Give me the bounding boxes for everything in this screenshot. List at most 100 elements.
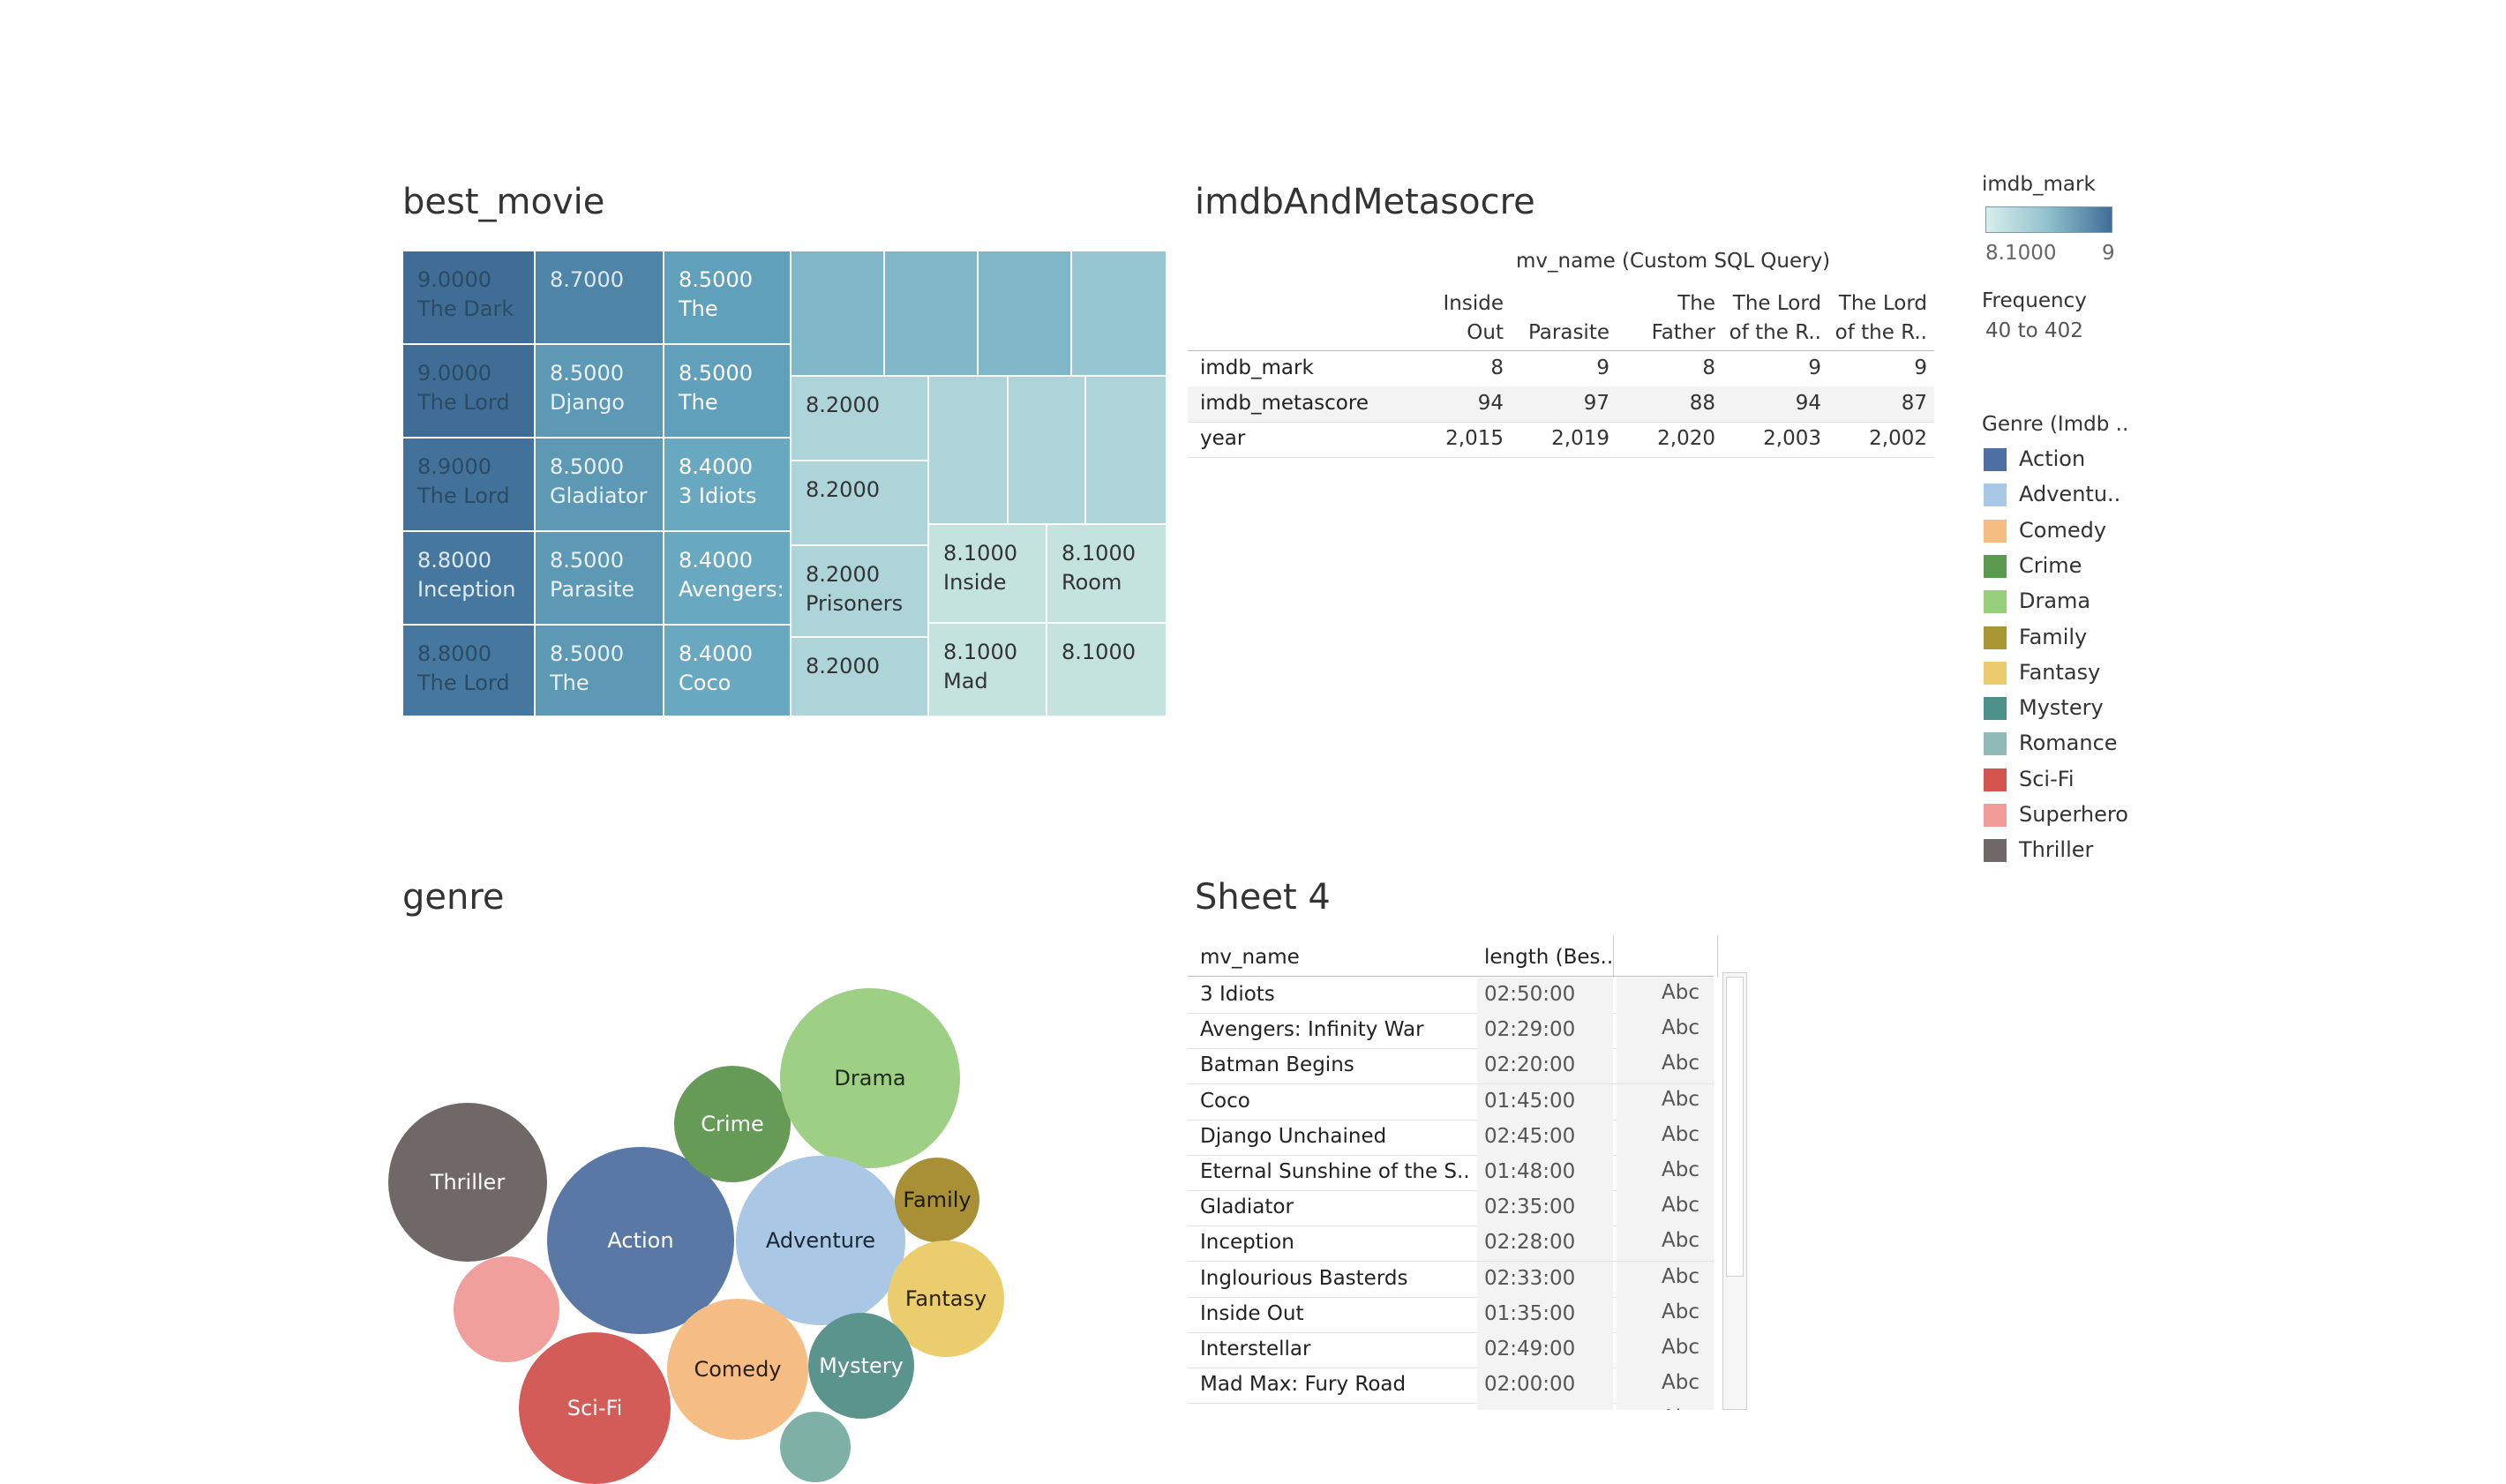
crosstab-cell[interactable]: 9 (1539, 356, 1609, 379)
genre-bubble[interactable]: Sci-Fi (519, 1332, 671, 1484)
crosstab-row[interactable]: imdb_metascore 94 97 88 94 87 (1188, 386, 1934, 423)
col-header-mv-name[interactable]: mv_name (1200, 946, 1300, 969)
treemap-cell[interactable] (884, 251, 978, 376)
treemap-cell[interactable] (1008, 376, 1085, 524)
table-row[interactable]: Coco 01:45:00 Abc (1188, 1083, 1714, 1120)
crosstab-cell[interactable]: 88 (1645, 392, 1715, 415)
treemap-cell[interactable]: 8.1000 Room (1047, 524, 1167, 623)
genre-bubble[interactable]: Adventure (736, 1156, 905, 1325)
sheet4-table[interactable]: mv_name length (Bes.. 3 Idiots 02:50:00 Ab… (1188, 935, 1752, 1410)
table-row[interactable]: Avengers: Infinity War 02:29:00 Abc (1188, 1013, 1714, 1050)
treemap-cell[interactable]: 8.4000 Coco (664, 625, 791, 716)
treemap-cell-value: 8.2000 (806, 654, 880, 678)
crosstab-column-label[interactable]: The Father (1609, 289, 1715, 348)
crosstab-cell[interactable]: 8 (1645, 356, 1715, 379)
crosstab-cell[interactable]: 94 (1751, 392, 1821, 415)
treemap-cell[interactable]: 8.2000 (791, 376, 928, 461)
imdb-metascore-crosstab[interactable]: mv_name (Custom SQL Query) Inside Out Par… (1188, 244, 1934, 464)
crosstab-cell[interactable]: 2,020 (1645, 427, 1715, 450)
genre-bubble[interactable]: Comedy (667, 1299, 808, 1440)
abc-placeholder: Abc (1662, 1194, 1699, 1218)
table-row[interactable]: Eternal Sunshine of the S.. 01:48:00 Abc (1188, 1155, 1714, 1191)
genre-bubble[interactable] (780, 1412, 851, 1482)
col-header-length[interactable]: length (Bes.. (1484, 946, 1613, 969)
treemap-cell[interactable] (928, 376, 1008, 524)
crosstab-cell[interactable]: 2,015 (1433, 427, 1504, 450)
genre-bubble[interactable] (454, 1256, 559, 1362)
abc-placeholder: Abc (1662, 1336, 1699, 1359)
table-row[interactable]: Batman Begins 02:20:00 Abc (1188, 1048, 1714, 1085)
crosstab-row[interactable]: year 2,015 2,019 2,020 2,003 2,002 (1188, 422, 1934, 458)
table-row[interactable]: Gladiator 02:35:00 Abc (1188, 1190, 1714, 1227)
crosstab-cell[interactable]: 9 (1751, 356, 1821, 379)
treemap-cell[interactable] (1085, 376, 1167, 524)
treemap-cell[interactable] (791, 251, 884, 376)
abc-cell: Abc (1617, 1332, 1714, 1368)
treemap-cell[interactable]: 8.7000 (535, 251, 664, 344)
genre-bubble[interactable]: Crime (674, 1066, 791, 1182)
table-row[interactable]: Inception 02:28:00 Abc (1188, 1225, 1714, 1263)
crosstab-column-label[interactable]: The Lord of the R.. (1821, 289, 1927, 348)
abc-cell: Abc (1617, 1155, 1714, 1190)
treemap-cell[interactable]: 8.5000 The (664, 251, 791, 344)
table-row[interactable]: Interstellar 02:49:00 Abc (1188, 1332, 1714, 1368)
treemap-cell[interactable]: 8.4000 Avengers: (664, 531, 791, 625)
treemap-cell[interactable]: 8.1000 Inside (928, 524, 1047, 623)
treemap-cell[interactable]: 8.2000 (791, 461, 928, 545)
crosstab-column-label[interactable]: Parasite (1504, 289, 1609, 348)
scrollbar-thumb[interactable] (1726, 977, 1744, 1277)
treemap-cell[interactable]: 9.0000 The Dark (402, 251, 535, 344)
frequency-legend-title: Frequency (1982, 289, 2087, 312)
treemap-cell[interactable]: 8.1000 Mad (928, 623, 1047, 716)
treemap-cell[interactable]: 8.5000 The (664, 344, 791, 438)
crosstab-column-label[interactable]: The Lord of the R.. (1715, 289, 1821, 348)
crosstab-cell[interactable]: 2,019 (1539, 427, 1609, 450)
table-row[interactable]: Mad Max: Fury Road 02:00:00 Abc (1188, 1368, 1714, 1405)
vertical-scrollbar[interactable] (1722, 972, 1747, 1410)
genre-bubble-label: Crime (701, 1112, 764, 1136)
legend-label: Sci-Fi (2019, 766, 2075, 791)
treemap-cell[interactable]: 9.0000 The Lord (402, 344, 535, 438)
treemap-cell[interactable]: 8.5000 Parasite (535, 531, 664, 625)
table-row[interactable]: Inside Out 01:35:00 Abc (1188, 1296, 1714, 1333)
treemap-cell[interactable] (1071, 251, 1167, 376)
treemap-cell[interactable]: 8.2000 (791, 637, 928, 716)
table-row[interactable]: No Country for Old Men02:02:00Abc (1188, 1403, 1714, 1410)
mv-name-cell: 3 Idiots (1200, 983, 1275, 1006)
mv-name-cell: Inception (1200, 1231, 1294, 1255)
genre-bubble-chart[interactable]: Thriller Action Crime Drama Adventure Family F… (388, 971, 1024, 1484)
treemap-cell[interactable]: 8.9000 The Lord (402, 438, 535, 531)
table-row[interactable]: Django Unchained 02:45:00 Abc (1188, 1119, 1714, 1156)
mv-name-cell: Gladiator (1200, 1195, 1294, 1219)
treemap-cell[interactable]: 8.5000 Django (535, 344, 664, 438)
treemap-cell[interactable]: 8.8000 The Lord (402, 625, 535, 716)
treemap-cell[interactable]: 8.1000 (1047, 623, 1167, 716)
legend-label: Action (2019, 446, 2086, 471)
treemap-cell[interactable]: 8.4000 3 Idiots (664, 438, 791, 531)
crosstab-cell[interactable]: 2,002 (1857, 427, 1927, 450)
length-cell: 02:49:00 (1477, 1332, 1613, 1368)
treemap-cell[interactable]: 8.8000 Inception (402, 531, 535, 625)
treemap-cell[interactable]: 8.5000 Gladiator (535, 438, 664, 531)
table-row[interactable]: 3 Idiots 02:50:00 Abc (1188, 978, 1714, 1014)
crosstab-cell[interactable]: 9 (1857, 356, 1927, 379)
crosstab-cell[interactable]: 87 (1857, 392, 1927, 415)
best-movie-treemap[interactable]: 9.0000 The Dark 9.0000 The Lord 8.9000 The Lo… (402, 251, 1167, 716)
genre-bubble[interactable]: Mystery (808, 1313, 914, 1419)
treemap-cell[interactable] (978, 251, 1071, 376)
legend-swatch (1984, 804, 2007, 827)
genre-bubble[interactable]: Drama (780, 988, 960, 1168)
crosstab-cell[interactable]: 2,003 (1751, 427, 1821, 450)
crosstab-column-label[interactable]: Inside Out (1398, 289, 1504, 348)
treemap-cell[interactable]: 8.5000 The (535, 625, 664, 716)
ramp-min-label: 8.1000 (1985, 242, 2057, 265)
table-row[interactable]: Inglourious Basterds 02:33:00 Abc (1188, 1261, 1714, 1298)
crosstab-cell[interactable]: 8 (1433, 356, 1504, 379)
treemap-cell[interactable]: 8.2000 Prisoners (791, 545, 928, 637)
crosstab-row[interactable]: imdb_mark 8 9 8 9 9 (1188, 351, 1934, 387)
genre-bubble[interactable]: Thriller (388, 1103, 547, 1262)
crosstab-cell[interactable]: 94 (1433, 392, 1504, 415)
genre-bubble[interactable]: Family (895, 1158, 979, 1242)
crosstab-cell[interactable]: 97 (1539, 392, 1609, 415)
genre-bubble-label: Comedy (694, 1357, 782, 1382)
